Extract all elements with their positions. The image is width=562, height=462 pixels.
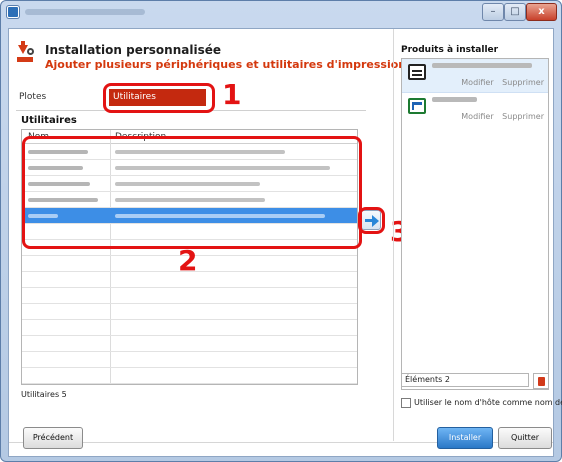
product-name-redacted (432, 63, 532, 68)
close-button[interactable]: x (526, 3, 557, 21)
list-item-empty (22, 336, 357, 352)
back-button[interactable]: Précédent (23, 427, 83, 449)
hostname-label[interactable]: Utiliser le nom d'hôte comme nom de port (414, 398, 562, 407)
elements-count: Éléments 2 (401, 373, 529, 387)
quit-button[interactable]: Quitter (498, 427, 552, 449)
install-icon (17, 41, 34, 63)
dialog-content: Installation personnalisée Ajouter plusi… (8, 28, 562, 457)
title-bar[interactable]: – □ x (1, 1, 561, 23)
delete-link[interactable]: Supprimer (502, 78, 544, 87)
list-item-empty (22, 320, 357, 336)
callout-1-frame (103, 83, 215, 113)
callout-number-1: 1 (222, 78, 242, 111)
installer-window: – □ x Installation personnalisée Ajouter… (0, 0, 562, 462)
callout-number-2: 2 (178, 244, 198, 277)
modify-link[interactable]: Modifier (461, 78, 493, 87)
install-button[interactable]: Installer (437, 427, 493, 449)
panel-divider (393, 29, 394, 441)
trash-icon (538, 377, 545, 386)
minimize-button[interactable]: – (482, 3, 504, 21)
remove-all-button[interactable] (533, 373, 549, 389)
product-actions: Modifier Supprimer (455, 78, 544, 87)
list-item-empty (22, 288, 357, 304)
window-title-redacted (25, 9, 145, 15)
maximize-button[interactable]: □ (504, 3, 526, 21)
page-subtitle: Ajouter plusieurs périphériques et utili… (45, 58, 407, 71)
modify-link[interactable]: Modifier (461, 112, 493, 121)
products-title: Produits à installer (401, 45, 499, 55)
tab-plotters[interactable]: Plotes (19, 92, 46, 102)
utilities-count: Utilitaires 5 (21, 390, 67, 399)
page-title: Installation personnalisée (45, 43, 221, 57)
product-actions: Modifier Supprimer (455, 112, 544, 121)
callout-3-frame (358, 207, 385, 234)
callout-2-frame (22, 136, 362, 249)
product-item[interactable]: Modifier Supprimer (402, 93, 548, 127)
product-name-redacted (432, 97, 477, 102)
delete-link[interactable]: Supprimer (502, 112, 544, 121)
list-item-empty (22, 304, 357, 320)
window-icon (408, 98, 426, 114)
printer-icon (408, 64, 426, 80)
product-item[interactable]: Modifier Supprimer (402, 59, 548, 93)
list-item-empty (22, 352, 357, 368)
list-item-empty (22, 368, 357, 384)
products-list[interactable]: Modifier Supprimer Modifier Supprimer (401, 58, 549, 390)
app-icon (7, 6, 19, 18)
hostname-checkbox[interactable] (401, 398, 411, 408)
utilities-heading: Utilitaires (21, 115, 77, 126)
